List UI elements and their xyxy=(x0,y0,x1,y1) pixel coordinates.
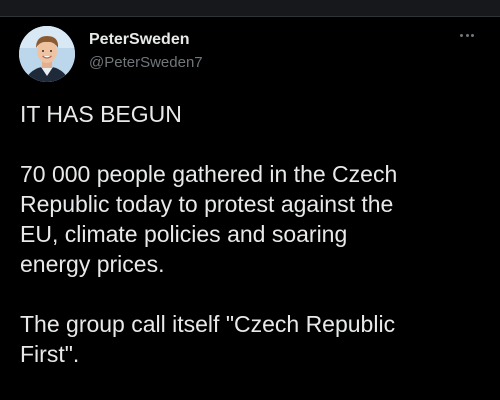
top-bar xyxy=(0,0,500,17)
tweet-paragraph: IT HAS BEGUN xyxy=(20,101,182,127)
more-dot xyxy=(470,33,474,37)
more-dot xyxy=(465,33,469,37)
author-display-name[interactable]: PeterSweden xyxy=(89,31,189,49)
tweet-paragraph: 70 000 people gathered in the Czech Repu… xyxy=(20,161,398,277)
avatar[interactable] xyxy=(19,26,75,82)
tweet-paragraph: The group call itself "Czech Republic Fi… xyxy=(20,311,396,367)
author-handle[interactable]: @PeterSweden7 xyxy=(89,54,203,71)
more-dot xyxy=(460,33,464,37)
more-options-icon[interactable] xyxy=(454,25,480,45)
tweet-card[interactable]: PeterSweden @PeterSweden7 IT HAS BEGUN 7… xyxy=(0,17,500,400)
avatar-image xyxy=(19,26,75,82)
tweet-text: IT HAS BEGUN 70 000 people gathered in t… xyxy=(20,99,490,399)
